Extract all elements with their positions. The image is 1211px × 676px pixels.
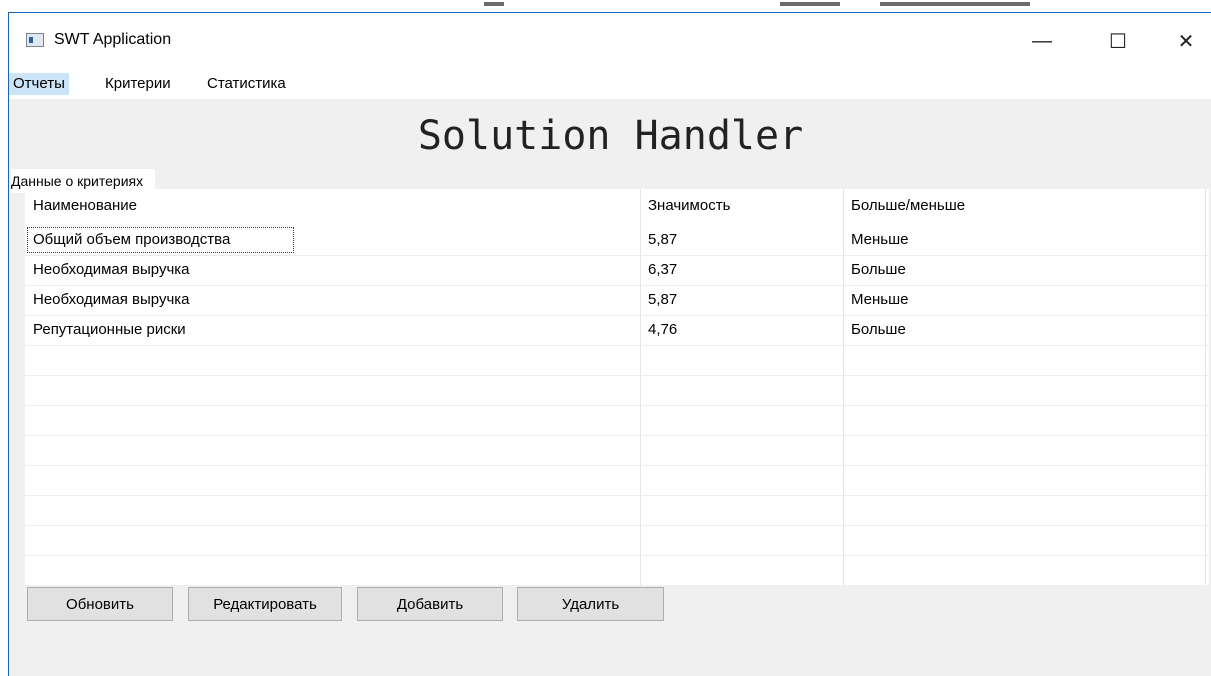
menu-bar: Отчеты Критерии Статистика <box>9 69 1211 99</box>
page-title: Solution Handler <box>417 113 804 159</box>
table-cell-name[interactable]: Необходимая выручка <box>25 285 190 315</box>
minimize-icon: — <box>1032 29 1052 52</box>
close-button[interactable]: ✕ <box>1163 23 1209 59</box>
table-cell-name[interactable]: Репутационные риски <box>25 315 186 345</box>
table-cell-weight[interactable]: 4,76 <box>640 315 677 345</box>
table-cell-direction[interactable]: Больше <box>843 315 906 345</box>
table-cell-direction[interactable]: Меньше <box>843 225 908 255</box>
edit-button[interactable]: Редактировать <box>188 587 342 621</box>
maximize-icon: ☐ <box>1109 30 1127 53</box>
table-cell-name[interactable]: Общий объем производства <box>25 225 296 255</box>
minimize-button[interactable]: — <box>1019 23 1065 59</box>
background-window-edge <box>0 0 1211 12</box>
table-cell-direction[interactable]: Больше <box>843 255 906 285</box>
column-header-name[interactable]: Наименование <box>25 191 640 221</box>
column-header-direction[interactable]: Больше/меньше <box>843 191 1205 221</box>
add-button[interactable]: Добавить <box>357 587 503 621</box>
menu-item-criteria[interactable]: Критерии <box>101 73 175 95</box>
table-cell-direction[interactable]: Меньше <box>843 285 908 315</box>
title-bar[interactable]: SWT Application — ☐ ✕ <box>9 13 1211 69</box>
maximize-button[interactable]: ☐ <box>1095 23 1141 59</box>
table-cell-weight[interactable]: 5,87 <box>640 225 677 255</box>
table-cell-weight[interactable]: 5,87 <box>640 285 677 315</box>
delete-button[interactable]: Удалить <box>517 587 664 621</box>
criteria-table[interactable]: Наименование Значимость Больше/меньше Об… <box>25 189 1209 585</box>
app-window: SWT Application — ☐ ✕ Отчеты Критерии Ст… <box>8 12 1211 676</box>
refresh-button[interactable]: Обновить <box>27 587 173 621</box>
table-cell-weight[interactable]: 6,37 <box>640 255 677 285</box>
column-header-weight[interactable]: Значимость <box>640 191 843 221</box>
app-icon <box>26 33 44 47</box>
table-cell-name[interactable]: Необходимая выручка <box>25 255 190 285</box>
menu-item-statistics[interactable]: Статистика <box>203 73 290 95</box>
close-icon: ✕ <box>1177 30 1195 53</box>
menu-item-reports[interactable]: Отчеты <box>9 73 69 95</box>
window-title: SWT Application <box>54 31 172 48</box>
